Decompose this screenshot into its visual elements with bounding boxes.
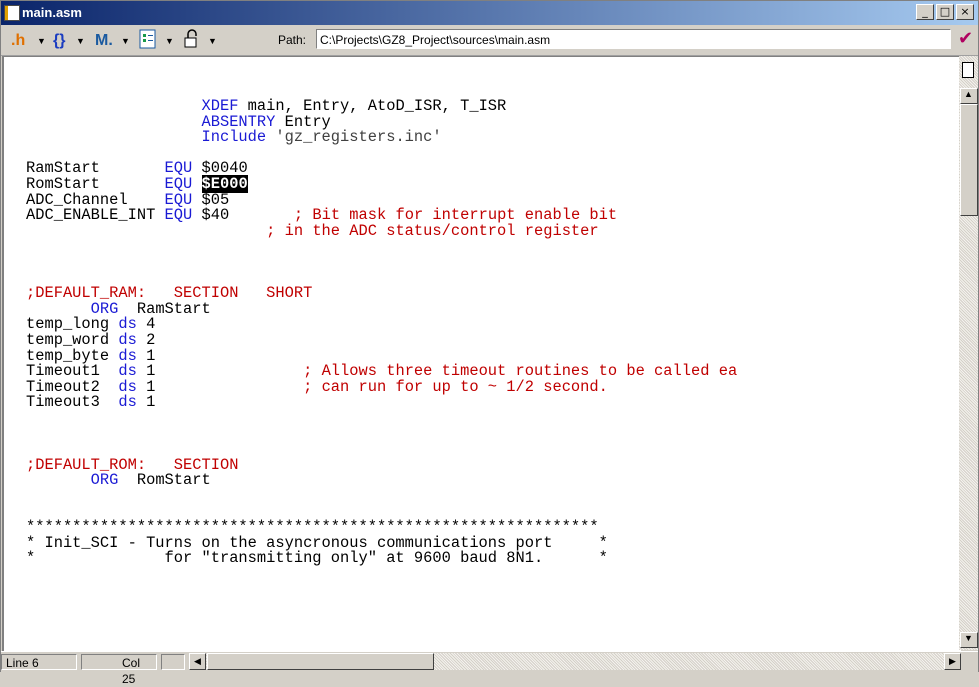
document-list-icon[interactable] <box>139 29 157 54</box>
code-line: ORG RomStart <box>26 471 737 490</box>
asm-file-icon <box>4 5 20 21</box>
unlock-icon[interactable] <box>183 29 201 54</box>
hash-dropdown-chevron-icon[interactable]: ▼ <box>37 36 46 46</box>
code-text: * for "transmitting only" at 9600 baud 8… <box>26 549 608 568</box>
close-button[interactable]: × <box>956 4 974 20</box>
braces-dropdown-chevron-icon[interactable]: ▼ <box>76 36 85 46</box>
status-bar: Line 6 Col 25 ◀ ▶ <box>1 651 978 686</box>
line-indicator: Line 6 <box>1 654 77 670</box>
bookmark-dropdown-chevron-icon[interactable]: ▼ <box>121 36 130 46</box>
vertical-scroll-thumb[interactable] <box>960 104 978 216</box>
code-text: 1 <box>136 393 156 412</box>
code-text: 1 <box>136 377 304 396</box>
code-text: 'gz_registers.inc' <box>266 128 442 147</box>
scroll-left-button[interactable]: ◀ <box>189 653 206 670</box>
scroll-right-button[interactable]: ▶ <box>944 653 961 670</box>
lock-dropdown-chevron-icon[interactable]: ▼ <box>208 36 217 46</box>
vertical-scrollbar[interactable] <box>959 56 978 650</box>
hash-sort-icon[interactable]: .h <box>11 32 25 50</box>
bookmark-m-icon[interactable]: M. <box>95 32 113 50</box>
code-text: Timeout3 <box>26 393 119 412</box>
status-blank <box>161 654 185 670</box>
code-comment: ; in the ADC status/control register <box>266 221 599 240</box>
scroll-down-button[interactable] <box>960 632 978 648</box>
code-editor[interactable]: XDEF main, Entry, AtoD_ISR, T_ISR ABSENT… <box>2 56 961 651</box>
path-field[interactable]: C:\Projects\GZ8_Project\sources\main.asm <box>316 29 951 49</box>
code-keyword: Include <box>201 128 267 147</box>
code-lines: XDEF main, Entry, AtoD_ISR, T_ISR ABSENT… <box>26 98 737 568</box>
minimize-button[interactable]: _ <box>916 4 934 20</box>
scroll-up-button[interactable] <box>960 88 978 104</box>
code-text: RomStart <box>118 471 211 490</box>
split-view-icon[interactable] <box>962 62 974 78</box>
code-keyword: ds <box>118 393 137 412</box>
braces-icon[interactable]: {} <box>53 32 65 50</box>
maximize-button[interactable]: □ <box>936 4 954 20</box>
code-keyword: ORG <box>90 471 119 490</box>
path-label: Path: <box>278 33 307 47</box>
toolbar: .h ▼ {} ▼ M. ▼ ▼ ▼ Path: C:\Projects\GZ8… <box>1 25 978 56</box>
code-line: Timeout3 ds 1 <box>26 393 737 412</box>
title-bar[interactable]: main.asm _ □ × <box>1 1 978 25</box>
code-line: ; in the ADC status/control register <box>26 221 737 240</box>
horizontal-scroll-thumb[interactable] <box>207 653 434 670</box>
check-icon[interactable]: ✔ <box>958 28 973 49</box>
editor-window: main.asm _ □ × .h ▼ {} ▼ M. ▼ ▼ ▼ Path: … <box>0 0 979 686</box>
window-title: main.asm <box>22 5 82 20</box>
code-line: Include 'gz_registers.inc' <box>26 128 737 147</box>
code-line: * for "transmitting only" at 9600 baud 8… <box>26 549 737 568</box>
document-dropdown-chevron-icon[interactable]: ▼ <box>165 36 174 46</box>
code-comment: ; can run for up to ~ 1/2 second. <box>303 377 608 396</box>
horizontal-scrollbar[interactable]: ◀ ▶ <box>189 653 961 670</box>
col-indicator: Col 25 <box>81 654 157 686</box>
